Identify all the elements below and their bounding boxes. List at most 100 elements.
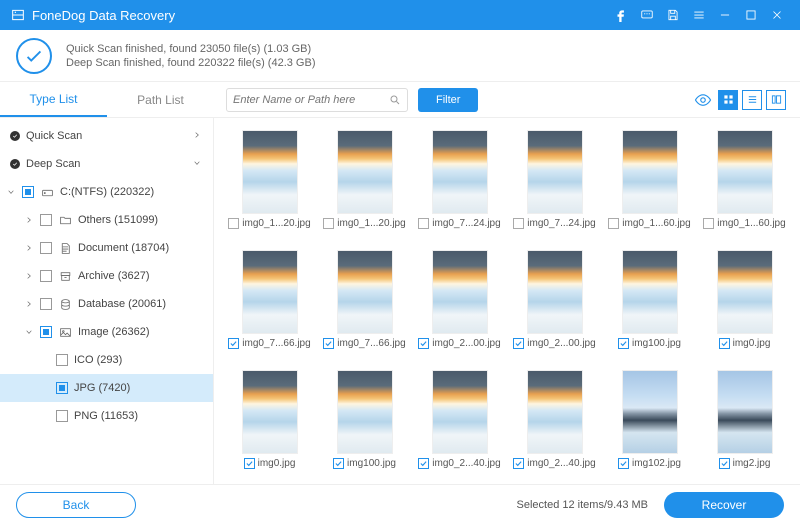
sidebar: Quick Scan Deep Scan C:(NTFS) (220322) O…	[0, 118, 214, 484]
sidebar-label: Image (26362)	[78, 326, 203, 338]
thumbnail-filename: img2.jpg	[733, 458, 771, 469]
preview-toggle-icon[interactable]	[692, 89, 714, 111]
thumbnail-item[interactable]: img0_1...20.jpg	[319, 126, 410, 240]
chevron-right-icon	[193, 130, 203, 142]
thumbnail-item[interactable]: img0_7...66.jpg	[319, 246, 410, 360]
thumbnail-item[interactable]: img0_7...24.jpg	[509, 126, 600, 240]
sidebar-jpg[interactable]: JPG (7420)	[0, 374, 213, 402]
thumbnail-checkbox[interactable]	[228, 218, 239, 229]
thumbnail-checkbox[interactable]	[608, 218, 619, 229]
thumbnail-image	[527, 250, 583, 334]
tab-type-list[interactable]: Type List	[0, 82, 107, 117]
thumbnail-checkbox[interactable]	[618, 338, 629, 349]
thumbnail-item[interactable]: img0_2...00.jpg	[509, 246, 600, 360]
thumbnail-item[interactable]: img100.jpg	[604, 246, 695, 360]
thumbnail-checkbox[interactable]	[323, 218, 334, 229]
folder-icon	[58, 213, 72, 227]
sidebar-drive[interactable]: C:(NTFS) (220322)	[0, 178, 213, 206]
drive-icon	[40, 185, 54, 199]
thumbnail-filename: img0_2...00.jpg	[527, 338, 595, 349]
checkbox[interactable]	[40, 242, 52, 254]
sidebar-image[interactable]: Image (26362)	[0, 318, 213, 346]
sidebar-png[interactable]: PNG (11653)	[0, 402, 213, 430]
thumbnail-checkbox[interactable]	[418, 218, 429, 229]
sidebar-quick-scan[interactable]: Quick Scan	[0, 122, 213, 150]
sidebar-others[interactable]: Others (151099)	[0, 206, 213, 234]
thumbnail-filename: img0_1...60.jpg	[717, 218, 785, 229]
view-controls	[692, 89, 786, 111]
thumbnail-item[interactable]: img2.jpg	[699, 366, 790, 480]
sidebar-archive[interactable]: Archive (3627)	[0, 262, 213, 290]
thumbnail-checkbox[interactable]	[618, 458, 629, 469]
checkbox[interactable]	[56, 410, 68, 422]
view-grid-button[interactable]	[718, 90, 738, 110]
list-tabs: Type List Path List	[0, 82, 214, 117]
search-input[interactable]	[233, 94, 389, 106]
thumbnail-item[interactable]: img0_7...66.jpg	[224, 246, 315, 360]
checkbox[interactable]	[40, 298, 52, 310]
menu-icon[interactable]	[686, 0, 712, 30]
sidebar-database[interactable]: Database (20061)	[0, 290, 213, 318]
thumbnail-image	[717, 250, 773, 334]
maximize-icon[interactable]	[738, 0, 764, 30]
thumbnail-checkbox[interactable]	[244, 458, 255, 469]
view-list-button[interactable]	[742, 90, 762, 110]
thumbnail-checkbox[interactable]	[323, 338, 334, 349]
filter-button[interactable]: Filter	[418, 88, 478, 112]
search-input-wrapper[interactable]	[226, 88, 408, 112]
checkbox[interactable]	[40, 270, 52, 282]
save-icon[interactable]	[660, 0, 686, 30]
thumbnail-item[interactable]: img0.jpg	[699, 246, 790, 360]
checkbox[interactable]	[40, 326, 52, 338]
thumbnail-filename: img100.jpg	[632, 338, 681, 349]
facebook-icon[interactable]	[608, 0, 634, 30]
thumbnail-item[interactable]: img0_1...20.jpg	[224, 126, 315, 240]
sidebar-label: Database (20061)	[78, 298, 203, 310]
feedback-icon[interactable]	[634, 0, 660, 30]
thumbnail-item[interactable]: img102.jpg	[604, 366, 695, 480]
tab-path-list[interactable]: Path List	[107, 82, 214, 117]
back-button[interactable]: Back	[16, 492, 136, 518]
thumbnail-checkbox[interactable]	[513, 458, 524, 469]
thumbnail-item[interactable]: img0_1...60.jpg	[699, 126, 790, 240]
thumbnail-checkbox[interactable]	[418, 338, 429, 349]
thumbnail-item[interactable]: img0_2...40.jpg	[509, 366, 600, 480]
archive-icon	[58, 269, 72, 283]
recover-button[interactable]: Recover	[664, 492, 784, 518]
thumbnail-item[interactable]: img0_7...24.jpg	[414, 126, 505, 240]
thumbnail-image	[527, 130, 583, 214]
app-title: FoneDog Data Recovery	[32, 8, 175, 23]
checkbox[interactable]	[22, 186, 34, 198]
database-icon	[58, 297, 72, 311]
sidebar-ico[interactable]: ICO (293)	[0, 346, 213, 374]
thumbnail-item[interactable]: img100.jpg	[319, 366, 410, 480]
thumbnail-checkbox[interactable]	[513, 218, 524, 229]
view-detail-button[interactable]	[766, 90, 786, 110]
sidebar-deep-scan[interactable]: Deep Scan	[0, 150, 213, 178]
thumbnail-item[interactable]: img0.jpg	[224, 366, 315, 480]
thumbnail-checkbox[interactable]	[719, 338, 730, 349]
thumbnail-checkbox[interactable]	[719, 458, 730, 469]
image-icon	[58, 325, 72, 339]
checkbox[interactable]	[40, 214, 52, 226]
thumbnail-checkbox[interactable]	[513, 338, 524, 349]
sidebar-label: ICO (293)	[74, 354, 203, 366]
thumbnail-item[interactable]: img0_2...00.jpg	[414, 246, 505, 360]
thumbnail-image	[242, 250, 298, 334]
thumbnail-checkbox[interactable]	[703, 218, 714, 229]
thumbnail-image	[622, 250, 678, 334]
checkbox[interactable]	[56, 354, 68, 366]
thumbnail-filename: img0_2...40.jpg	[527, 458, 595, 469]
document-icon	[58, 241, 72, 255]
thumbnail-image	[432, 130, 488, 214]
thumbnail-checkbox[interactable]	[228, 338, 239, 349]
checkbox[interactable]	[56, 382, 68, 394]
chevron-down-icon	[193, 158, 203, 170]
sidebar-document[interactable]: Document (18704)	[0, 234, 213, 262]
thumbnail-checkbox[interactable]	[333, 458, 344, 469]
thumbnail-item[interactable]: img0_2...40.jpg	[414, 366, 505, 480]
minimize-icon[interactable]	[712, 0, 738, 30]
close-icon[interactable]	[764, 0, 790, 30]
thumbnail-item[interactable]: img0_1...60.jpg	[604, 126, 695, 240]
thumbnail-checkbox[interactable]	[418, 458, 429, 469]
